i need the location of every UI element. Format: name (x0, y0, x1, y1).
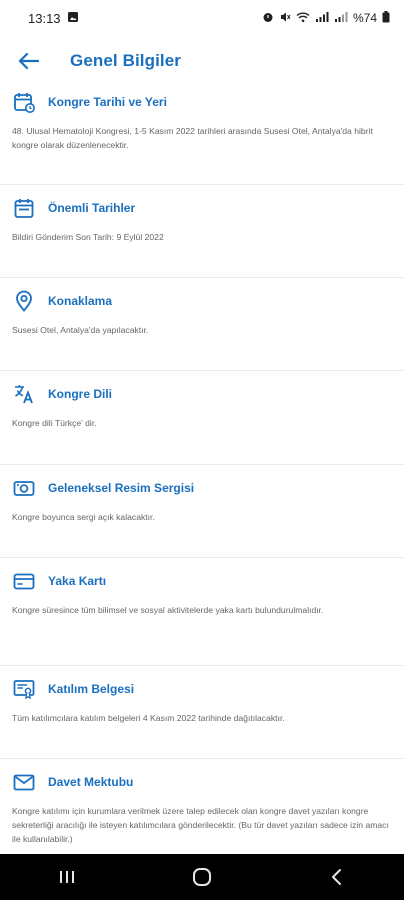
section-text: Kongre dili Türkçe' dir. (12, 418, 97, 428)
section-participation-certificate: Katılım Belgesi Tüm katılımcılara katılı… (0, 666, 404, 759)
status-bar: 13:13 %74 (0, 0, 404, 36)
battery-percent: %74 (352, 11, 377, 25)
section-title: Geleneksel Resim Sergisi (48, 481, 195, 495)
section-title: Önemli Tarihler (48, 201, 136, 215)
recent-apps-button[interactable] (37, 857, 97, 897)
camera-icon (12, 476, 36, 500)
section-congress-language: Kongre Dili Kongre dili Türkçe' dir. (0, 371, 404, 465)
mail-icon (12, 770, 36, 794)
section-art-exhibition: Geleneksel Resim Sergisi Kongre boyunca … (0, 465, 404, 558)
section-text: Kongre süresince tüm bilimsel ve sosyal … (12, 605, 324, 615)
calendar-clock-icon (12, 90, 36, 114)
section-text: Kongre boyunca sergi açık kalacaktır. (12, 512, 155, 522)
section-title: Kongre Dili (48, 387, 113, 401)
section-title: Katılım Belgesi (48, 682, 135, 696)
page-title: Genel Bilgiler (70, 51, 181, 70)
section-text: 48. Ulusal Hematoloji Kongresi, 1-5 Kası… (12, 126, 373, 150)
info-list[interactable]: Kongre Tarihi ve Yeri 48. Ulusal Hematol… (0, 84, 404, 854)
arrow-left-icon (18, 52, 39, 70)
gallery-notification-icon (67, 11, 79, 26)
section-name-badge: Yaka Kartı Kongre süresince tüm bilimsel… (0, 558, 404, 666)
section-text: Kongre katılımı için kurumlara verilmek … (12, 806, 389, 844)
home-icon (192, 868, 211, 886)
section-text: Tüm katılımcılara katılım belgeleri 4 Ka… (12, 713, 285, 723)
status-time: 13:13 (28, 10, 61, 26)
location-pin-icon (12, 289, 36, 313)
section-title: Yaka Kartı (48, 574, 107, 588)
signal-icon (315, 11, 329, 26)
section-congress-date-location: Kongre Tarihi ve Yeri 48. Ulusal Hematol… (0, 84, 404, 185)
section-invitation-letter: Davet Mektubu Kongre katılımı için kurum… (0, 759, 404, 854)
section-title: Davet Mektubu (48, 775, 134, 789)
app-header: Genel Bilgiler (0, 38, 404, 84)
section-important-dates: Önemli Tarihler Bildiri Gönderim Son Tar… (0, 185, 404, 278)
section-text: Bildiri Gönderim Son Tarih: 9 Eylül 2022 (12, 232, 164, 242)
calendar-icon (12, 196, 36, 220)
battery-icon (382, 10, 390, 26)
recent-apps-icon (60, 871, 75, 883)
back-nav-button[interactable] (307, 857, 367, 897)
translate-icon (12, 382, 36, 406)
section-title: Konaklama (48, 294, 113, 308)
back-button[interactable] (8, 41, 48, 81)
home-button[interactable] (172, 857, 232, 897)
section-accommodation: Konaklama Susesi Otel, Antalya'da yapıla… (0, 278, 404, 371)
certificate-icon (12, 677, 36, 701)
badge-card-icon (12, 569, 36, 593)
section-text: Susesi Otel, Antalya'da yapılacaktır. (12, 325, 149, 335)
signal-2-icon (334, 11, 348, 26)
alarm-icon (262, 11, 274, 26)
chevron-left-icon (331, 869, 341, 885)
mute-icon (279, 11, 291, 26)
wifi-icon (296, 11, 310, 26)
section-title: Kongre Tarihi ve Yeri (48, 95, 167, 109)
system-nav-bar (0, 854, 404, 900)
